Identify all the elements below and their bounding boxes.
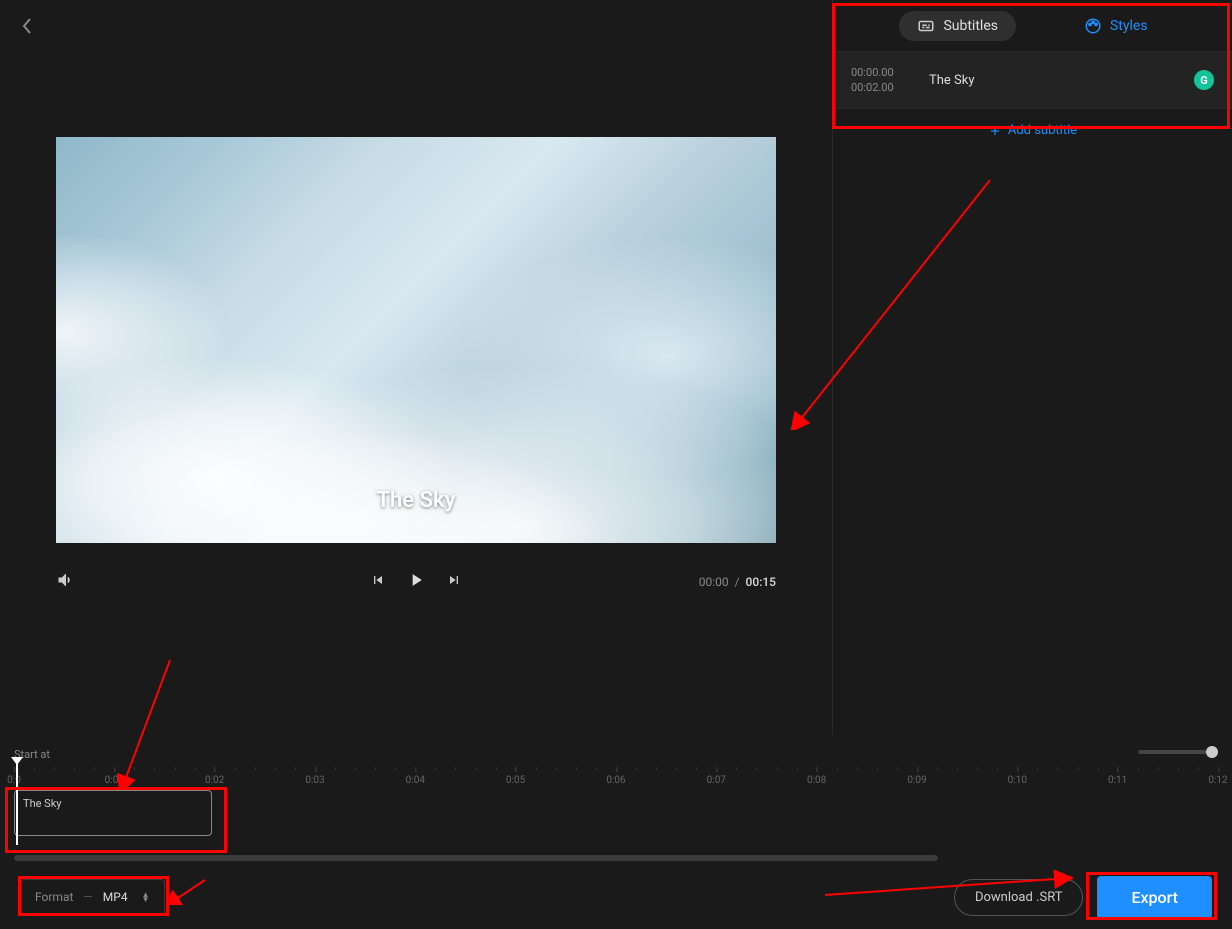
video-preview[interactable]: The Sky — [56, 137, 776, 543]
ruler-tick: 0:11 — [1108, 775, 1127, 786]
export-button[interactable]: Export — [1097, 876, 1212, 919]
plus-icon — [988, 124, 1002, 138]
ruler-tick: 0:0 — [7, 775, 21, 786]
ruler-tick: 0:04 — [406, 775, 425, 786]
ruler-tick: 0:10 — [1008, 775, 1027, 786]
tab-styles-label: Styles — [1110, 18, 1148, 34]
download-srt-button[interactable]: Download .SRT — [954, 879, 1084, 916]
ruler-tick: 0:08 — [807, 775, 826, 786]
subtitle-times: 00:00.00 00:02.00 — [851, 66, 911, 94]
palette-icon — [1084, 17, 1102, 35]
ruler-tick: 0:05 — [506, 775, 525, 786]
stepper-arrows-icon: ▲▼ — [142, 892, 150, 902]
video-section: The Sky 00:00 / — [0, 0, 832, 735]
play-icon[interactable] — [406, 570, 426, 594]
zoom-slider[interactable] — [1138, 750, 1218, 754]
current-time: 00:00 — [699, 575, 729, 589]
subtitle-list: 00:00.00 00:02.00 The Sky G — [833, 52, 1232, 109]
tabs-container: Subtitles Styles — [833, 0, 1232, 52]
ruler-tick: 0:06 — [606, 775, 625, 786]
time-separator: / — [735, 575, 740, 589]
export-label: Export — [1131, 888, 1178, 907]
timeline-ruler[interactable]: 0:00:010:020:030:040:050:060:070:080:090… — [14, 765, 1218, 785]
tab-subtitles[interactable]: Subtitles — [899, 11, 1016, 41]
format-divider: — — [83, 890, 92, 904]
subtitle-clip[interactable]: The Sky — [14, 790, 212, 836]
grammarly-icon[interactable]: G — [1194, 70, 1214, 90]
ruler-tick: 0:02 — [205, 775, 224, 786]
ruler-tick: 0:01 — [105, 775, 124, 786]
bottom-bar: Format — MP4 ▲▼ Download .SRT Export — [0, 865, 1232, 929]
timeline-clips: The Sky — [14, 790, 1218, 838]
subtitle-row[interactable]: 00:00.00 00:02.00 The Sky G — [833, 52, 1232, 109]
subtitle-start-time: 00:00.00 — [851, 66, 911, 79]
next-icon[interactable] — [446, 572, 462, 592]
add-subtitle-button[interactable]: Add subtitle — [833, 109, 1232, 152]
format-label: Format — [35, 890, 73, 904]
playhead[interactable] — [16, 763, 18, 845]
add-subtitle-label: Add subtitle — [1008, 123, 1077, 138]
main-area: The Sky 00:00 / — [0, 0, 1232, 735]
cloud-visual — [56, 137, 776, 543]
right-panel: Subtitles Styles 00:00.00 00:02.00 The S… — [832, 0, 1232, 735]
player-controls: 00:00 / 00:15 — [56, 562, 776, 602]
tab-styles[interactable]: Styles — [1066, 11, 1166, 41]
ruler-tick: 0:07 — [707, 775, 726, 786]
prev-icon[interactable] — [370, 572, 386, 592]
ruler-tick: 0:03 — [305, 775, 324, 786]
format-value: MP4 — [103, 890, 128, 904]
tab-subtitles-label: Subtitles — [943, 18, 998, 34]
ruler-tick: 0:09 — [907, 775, 926, 786]
total-time: 00:15 — [746, 575, 776, 589]
volume-icon[interactable] — [56, 570, 76, 594]
preview-subtitle-text: The Sky — [376, 488, 455, 513]
subtitle-end-time: 00:02.00 — [851, 81, 911, 94]
download-srt-label: Download .SRT — [975, 890, 1063, 905]
clip-text: The Sky — [23, 797, 62, 810]
timeline-section: Start at 0:00:010:020:030:040:050:060:07… — [0, 735, 1232, 865]
subtitles-icon — [917, 17, 935, 35]
ruler-tick: 0:12 — [1208, 775, 1227, 786]
timeline-scrollbar[interactable] — [14, 855, 938, 861]
format-selector[interactable]: Format — MP4 ▲▼ — [20, 879, 165, 915]
subtitle-text: The Sky — [929, 73, 1176, 88]
